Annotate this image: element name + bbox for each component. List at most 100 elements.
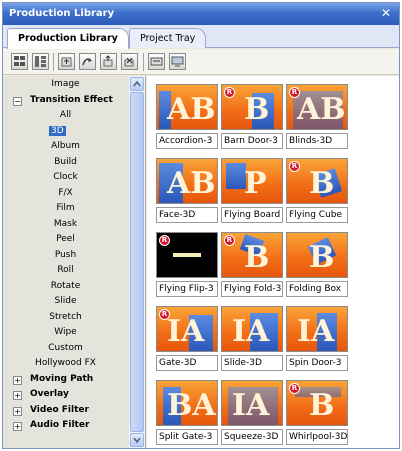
effect-label: Blinds-3D: [286, 133, 348, 149]
effect-tile-barn[interactable]: B R Barn Door-3: [221, 84, 283, 152]
thumbnail-letter: IA: [232, 314, 270, 349]
effect-tile-slide[interactable]: IA Slide-3D: [221, 306, 283, 374]
effect-tile-face[interactable]: AB Face-3D: [156, 158, 218, 226]
thumbnail-letter: B: [309, 166, 335, 201]
expand-icon[interactable]: +: [13, 422, 22, 431]
tree-item-roll[interactable]: Roll: [3, 264, 128, 279]
tree-scrollbar[interactable]: [129, 76, 145, 448]
effect-tile-board[interactable]: P Flying Board: [221, 158, 283, 226]
effect-gallery: AB Accordion-3 B R Barn Door-3 AB R Blinds-3D AB…: [147, 76, 399, 448]
tree-item-custom[interactable]: Custom: [3, 342, 128, 357]
effect-thumbnail: AB: [156, 84, 218, 130]
tab-production-library[interactable]: Production Library: [7, 28, 129, 49]
effect-label: Gate-3D: [156, 355, 218, 371]
effect-tile-cube[interactable]: B R Flying Cube: [286, 158, 348, 226]
effect-thumbnail: IA: [221, 380, 283, 426]
delete-icon[interactable]: [121, 53, 138, 70]
tree-item-video-filter[interactable]: + Video Filter: [3, 404, 128, 419]
scroll-thumb[interactable]: [130, 92, 144, 432]
scroll-up-arrow-icon[interactable]: [130, 77, 144, 91]
effect-tile-whirl[interactable]: B R Whirlpool-3D: [286, 380, 348, 448]
effect-thumbnail: IA R: [156, 306, 218, 352]
tree-item-audio-filter[interactable]: + Audio Filter: [3, 419, 128, 434]
effect-label: Flying Cube: [286, 207, 348, 223]
tree-item-album[interactable]: Album: [3, 140, 128, 155]
effect-thumbnail: AB: [156, 158, 218, 204]
effect-label: Folding Box: [286, 281, 348, 297]
collapse-icon[interactable]: −: [13, 96, 22, 106]
view-thumbnail-icon[interactable]: [32, 53, 49, 70]
expand-icon[interactable]: +: [13, 375, 22, 385]
tree-item-label: F/X: [58, 187, 73, 198]
view-list-icon[interactable]: [11, 53, 28, 70]
thumbnail-letter: AB: [297, 92, 346, 127]
effect-thumbnail: BR: [286, 380, 348, 426]
tree-item-clock[interactable]: Clock: [3, 171, 128, 186]
tree-item-label: Film: [56, 203, 75, 213]
tree-item-label: Hollywood FX: [35, 358, 96, 368]
tree-item-push[interactable]: Push: [3, 249, 128, 264]
tree-item-overlay[interactable]: + Overlay: [3, 388, 128, 403]
title-bar[interactable]: Production Library ✕: [3, 3, 399, 25]
tree-item-slide[interactable]: Slide: [3, 295, 128, 310]
tree-item-transition-effect[interactable]: − Transition Effect: [3, 94, 128, 109]
tab-project-tray[interactable]: Project Tray: [129, 28, 207, 48]
export-icon[interactable]: [100, 53, 117, 70]
effect-label: Accordion-3: [156, 133, 218, 149]
thumbnail-letter: P: [244, 166, 267, 201]
tree-item-label: Audio Filter: [30, 420, 90, 430]
tree-item-rotate[interactable]: Rotate: [3, 280, 128, 295]
tree-item-image[interactable]: Image: [3, 78, 128, 93]
tree-item-label: 3D: [49, 125, 66, 136]
scroll-down-arrow-icon[interactable]: [130, 433, 144, 447]
thumbnail-letter: B: [244, 92, 270, 127]
tree-item-peel[interactable]: Peel: [3, 233, 128, 248]
effect-label: Squeeze-3D: [221, 429, 283, 445]
close-icon[interactable]: ✕: [381, 6, 391, 20]
tree-item-label: Build: [54, 156, 77, 167]
effect-tile-fold[interactable]: B R Flying Fold-3: [221, 232, 283, 300]
effect-tile-accordion[interactable]: AB Accordion-3: [156, 84, 218, 152]
expand-icon[interactable]: +: [13, 406, 22, 416]
properties-icon[interactable]: [148, 53, 165, 70]
tree-item-f-x[interactable]: F/X: [3, 187, 128, 202]
tree-item-hollywood-fx[interactable]: Hollywood FX: [3, 357, 128, 372]
tree-item-label: Image: [51, 79, 80, 89]
tree-item-label: Push: [54, 249, 77, 260]
tree-item-stretch[interactable]: Stretch: [3, 311, 128, 326]
effect-thumbnail: R: [156, 232, 218, 278]
tree-item-label: Peel: [56, 234, 75, 244]
tree-item-3d[interactable]: 3D: [3, 125, 128, 140]
tree-item-film[interactable]: Film: [3, 202, 128, 217]
thumbnail-letter: AB: [167, 166, 216, 201]
tree-item-build[interactable]: Build: [3, 156, 128, 171]
tree-item-label: Slide: [54, 296, 77, 306]
effect-tile-squeeze[interactable]: IA Squeeze-3D: [221, 380, 283, 448]
tree-item-mask[interactable]: Mask: [3, 218, 128, 233]
effect-tile-flip[interactable]: R Flying Flip-3: [156, 232, 218, 300]
tree-item-moving-path[interactable]: + Moving Path: [3, 373, 128, 388]
effect-label: Flying Board: [221, 207, 283, 223]
tree-item-all[interactable]: All: [3, 109, 128, 124]
effect-tile-box[interactable]: B Folding Box: [286, 232, 348, 300]
window-title: Production Library: [9, 8, 115, 19]
effect-label: Flying Fold-3: [221, 281, 283, 297]
effect-label: Slide-3D: [221, 355, 283, 371]
effect-tile-blinds[interactable]: AB R Blinds-3D: [286, 84, 348, 152]
effect-tile-split[interactable]: BA Split Gate-3: [156, 380, 218, 448]
expand-icon[interactable]: +: [13, 391, 22, 400]
tree-item-wipe[interactable]: Wipe: [3, 326, 128, 341]
new-folder-icon[interactable]: [58, 53, 75, 70]
effect-label: Barn Door-3: [221, 133, 283, 149]
effect-thumbnail: BR: [286, 158, 348, 204]
effect-tile-gate[interactable]: IA R Gate-3D: [156, 306, 218, 374]
badge-icon: R: [159, 309, 170, 320]
effect-thumbnail: BR: [221, 232, 283, 278]
effect-label: Face-3D: [156, 207, 218, 223]
effect-tile-spin[interactable]: IA Spin Door-3: [286, 306, 348, 374]
tree-item-label: Overlay: [30, 389, 69, 399]
thumbnail-letter: AB: [167, 92, 216, 127]
preview-icon[interactable]: [169, 53, 186, 70]
import-icon[interactable]: [79, 53, 96, 70]
production-library-window: Production Library ✕ Production Library …: [2, 2, 400, 449]
